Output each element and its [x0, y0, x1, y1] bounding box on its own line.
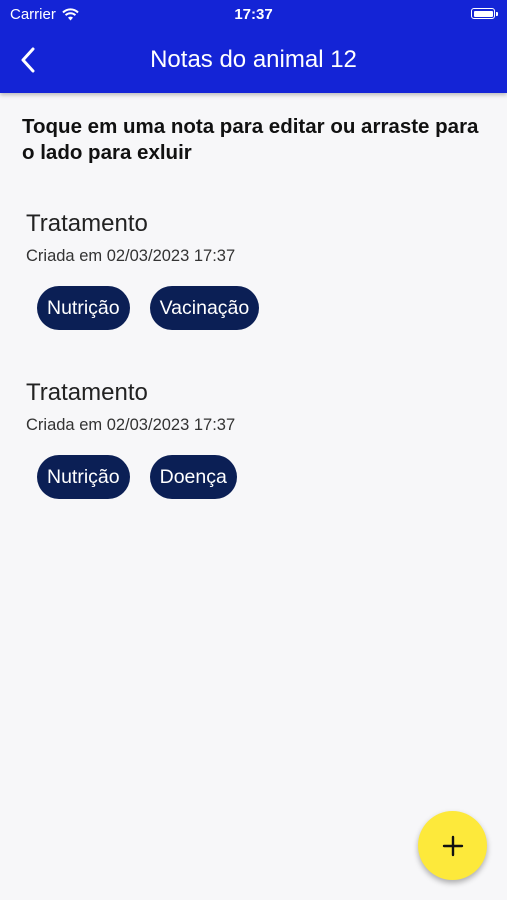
note-date: Criada em 02/03/2023 17:37: [26, 416, 236, 434]
tag-chip[interactable]: Nutrição: [37, 455, 130, 499]
instructions-text: Toque em uma nota para editar ou arraste…: [22, 115, 479, 164]
tag-chip[interactable]: Vacinação: [149, 286, 260, 330]
note-item[interactable]: Tratamento Criada em 02/03/2023 17:37 Nu…: [26, 378, 486, 499]
app-header: Carrier 17:37 Notas do animal 12: [0, 0, 507, 93]
note-tags: Nutrição Doença: [37, 455, 486, 499]
note-item[interactable]: Tratamento Criada em 02/03/2023 17:37 Nu…: [26, 209, 486, 330]
note-date: Criada em 02/03/2023 17:37: [26, 247, 236, 265]
tag-chip[interactable]: Doença: [149, 455, 237, 499]
add-note-button[interactable]: [418, 811, 487, 880]
page-title: Notas do animal 12: [150, 46, 357, 73]
status-bar: Carrier 17:37: [0, 0, 507, 28]
note-title: Tratamento: [26, 210, 148, 237]
plus-icon: [442, 835, 463, 856]
note-tags: Nutrição Vacinação: [37, 286, 486, 330]
status-time: 17:37: [234, 6, 273, 23]
battery-icon: [471, 8, 498, 19]
note-title: Tratamento: [26, 379, 148, 406]
tag-chip[interactable]: Nutrição: [37, 286, 130, 330]
